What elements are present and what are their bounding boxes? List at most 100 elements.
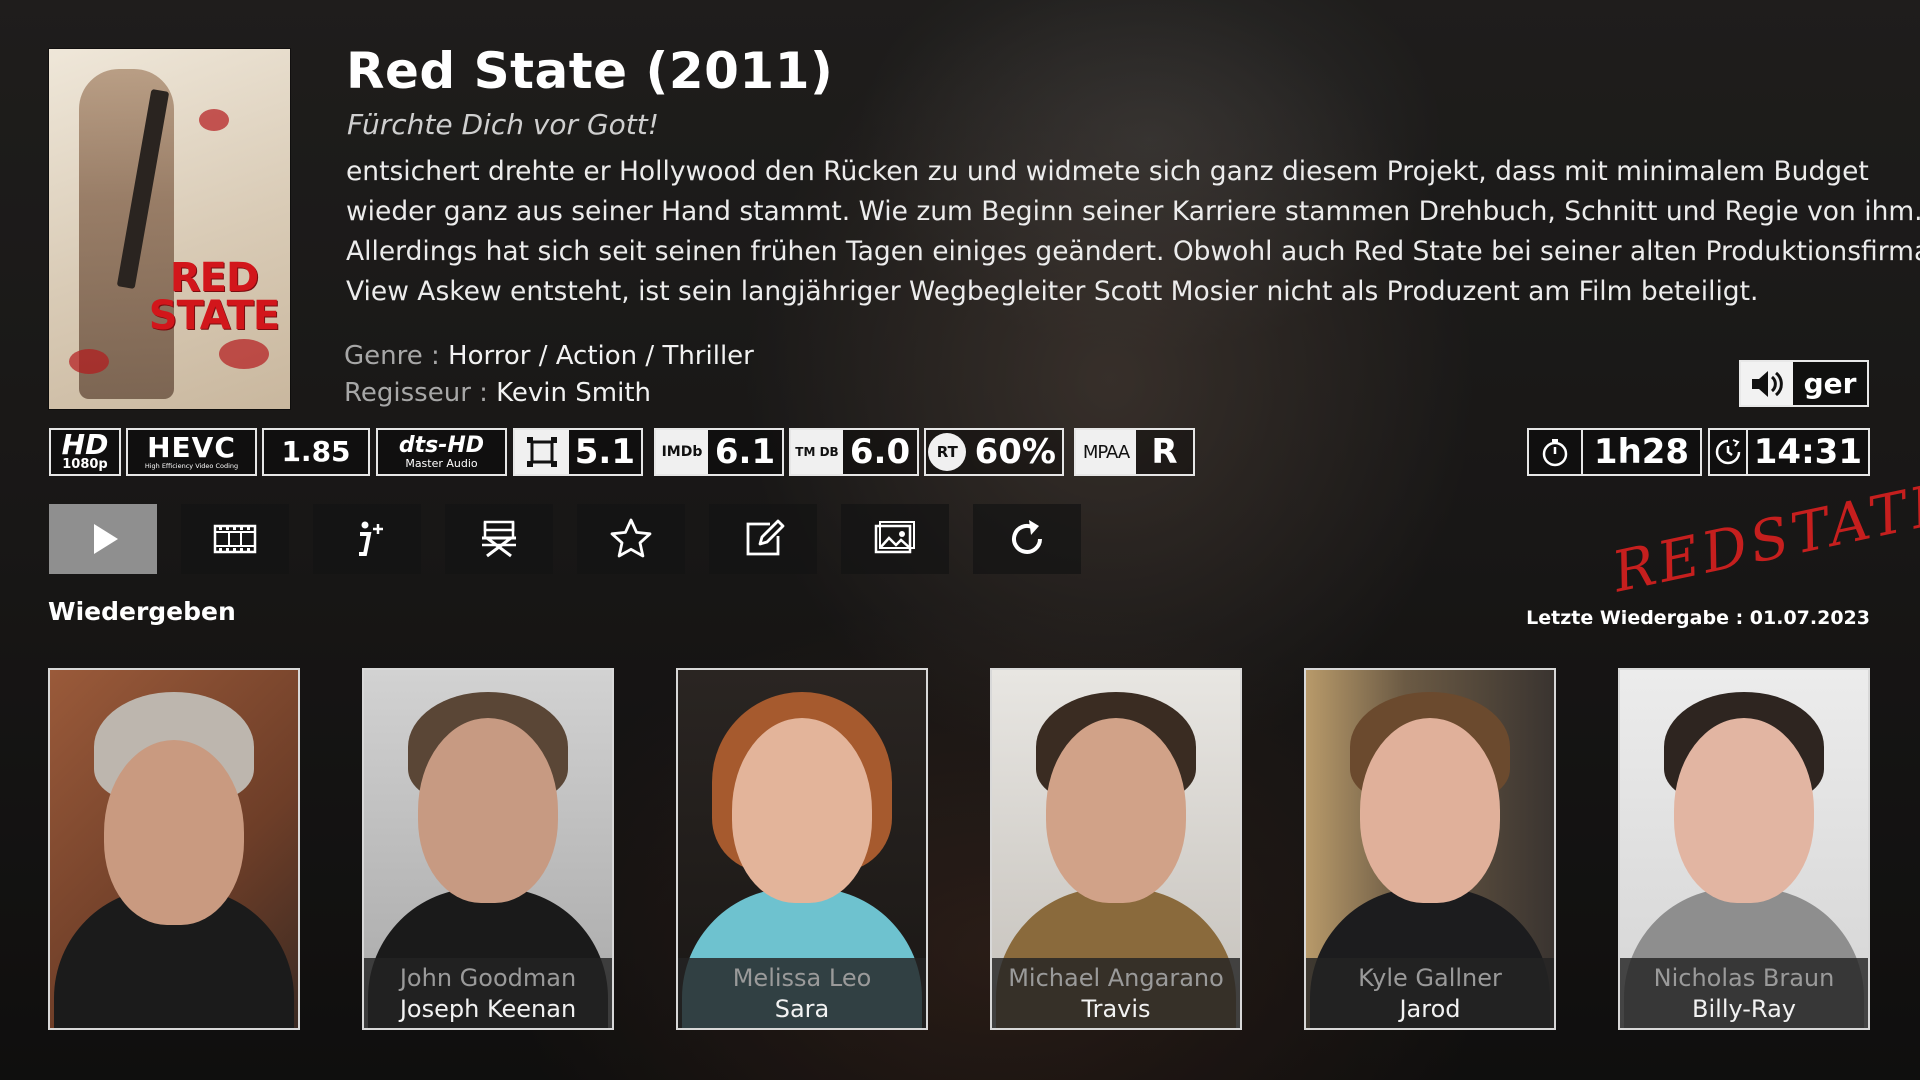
speaker-icon <box>1741 362 1793 405</box>
clock-end-icon <box>1710 437 1746 467</box>
runtime-flag: 1h28 <box>1527 428 1702 476</box>
info-plus-icon <box>359 521 383 556</box>
rotten-tomatoes-label: RT <box>928 433 967 471</box>
cast-photo-face <box>1360 718 1500 903</box>
audio-language-flag: ger <box>1739 360 1869 407</box>
cast-actor-name: Kyle Gallner <box>1358 964 1502 992</box>
stopwatch-icon <box>1529 437 1581 467</box>
mpaa-rating-value: R <box>1151 432 1178 472</box>
director-label: Regisseur : <box>344 378 497 408</box>
cast-card[interactable]: Nicholas Braun Billy-Ray <box>1618 668 1870 1030</box>
edit-button[interactable] <box>709 504 817 574</box>
genre-row: Genre : Horror / Action / Thriller <box>344 341 754 371</box>
audio-channels-flag: 5.1 <box>513 428 643 476</box>
cast-role-name: Billy-Ray <box>1692 995 1796 1023</box>
surround-icon <box>515 430 569 474</box>
play-button[interactable] <box>49 504 157 574</box>
last-played-date: Letzte Wiedergabe : 01.07.2023 <box>1526 607 1870 629</box>
imdb-rating-flag: IMDb 6.1 <box>654 428 784 476</box>
director-button[interactable] <box>445 504 553 574</box>
director-chair-icon <box>482 520 516 558</box>
cast-actor-name: Michael Angarano <box>1008 964 1224 992</box>
cast-actor-name: Melissa Leo <box>732 964 872 992</box>
cast-card[interactable]: Melissa Leo Sara <box>676 668 928 1030</box>
audio-codec-flag: dts-HD Master Audio <box>376 428 507 476</box>
movie-title: Red State (2011) <box>346 42 834 100</box>
rotten-tomatoes-value: 60% <box>974 432 1056 472</box>
cast-photo-face <box>732 718 872 903</box>
audio-language-value: ger <box>1803 367 1857 400</box>
imdb-label: IMDb <box>656 430 708 474</box>
favorite-button[interactable] <box>577 504 685 574</box>
focused-button-label: Wiedergeben <box>48 597 236 626</box>
poster-blood-splatter <box>219 339 269 369</box>
cast-photo-face <box>1674 718 1814 903</box>
play-icon <box>94 524 118 554</box>
info-button[interactable] <box>313 504 421 574</box>
cast-card[interactable]: Kyle Gallner Jarod <box>1304 668 1556 1030</box>
movie-poster[interactable]: RED STATE <box>49 49 290 409</box>
video-codec-label: HEVC <box>147 430 236 464</box>
cast-actor-name: John Goodman <box>399 964 577 992</box>
aspect-ratio-flag: 1.85 <box>262 428 370 476</box>
refresh-button[interactable] <box>973 504 1081 574</box>
video-codec-sub: High Efficiency Video Coding <box>144 461 239 470</box>
cast-caption: Nicholas Braun Billy-Ray <box>1620 958 1868 1028</box>
audio-codec-sub: Master Audio <box>405 457 478 470</box>
edit-icon <box>746 519 785 556</box>
cast-role-name: Sara <box>774 995 830 1023</box>
director-value: Kevin Smith <box>496 378 652 408</box>
audio-channels-value: 5.1 <box>574 432 635 472</box>
genre-value: Horror / Action / Thriller <box>448 341 754 371</box>
cast-caption: Melissa Leo Sara <box>678 958 926 1028</box>
poster-title-line: STATE <box>148 293 280 339</box>
mpaa-rating-flag: MPAA R <box>1074 428 1195 476</box>
aspect-ratio-value: 1.85 <box>281 435 351 468</box>
movie-plot: entsichert drehte er Hollywood den Rücke… <box>346 152 1920 312</box>
video-codec-flag: HEVC High Efficiency Video Coding <box>126 428 257 476</box>
cast-actor-name: Nicholas Braun <box>1653 964 1835 992</box>
plot-line: entsichert drehte er Hollywood den Rücke… <box>346 156 1869 187</box>
director-row: Regisseur : Kevin Smith <box>344 378 651 408</box>
tmdb-label: TM DB <box>791 430 843 474</box>
plot-line: wieder ganz aus seiner Hand stammt. Wie … <box>346 196 1920 227</box>
cast-caption: Kyle Gallner Jarod <box>1306 958 1554 1028</box>
poster-title-line: RED <box>169 255 259 301</box>
runtime-value: 1h28 <box>1593 432 1690 472</box>
audio-codec-label: dts-HD <box>398 433 485 458</box>
film-strip-icon <box>213 524 257 554</box>
rotten-tomatoes-icon: RT <box>926 430 969 474</box>
cast-card[interactable]: Michael Angarano Travis <box>990 668 1242 1030</box>
end-time-value: 14:31 <box>1753 432 1862 472</box>
hd-flag: HD 1080p <box>49 428 121 476</box>
mpaa-label: MPAA <box>1076 430 1136 474</box>
cast-photo-face <box>104 740 244 925</box>
poster-blood-splatter <box>69 349 109 374</box>
hd-flag-label: HD <box>61 428 109 461</box>
hd-flag-resolution: 1080p <box>62 457 108 472</box>
genre-label: Genre : <box>344 341 449 371</box>
cast-card[interactable] <box>48 668 300 1030</box>
plot-line: Allerdings hat sich seit seinen frühen T… <box>346 236 1920 267</box>
cast-role-name: Jarod <box>1399 995 1461 1023</box>
cast-caption: Michael Angarano Travis <box>992 958 1240 1028</box>
tmdb-rating-flag: TM DB 6.0 <box>789 428 919 476</box>
refresh-icon <box>1012 520 1042 554</box>
cast-photo-face <box>418 718 558 903</box>
cast-photo-face <box>1046 718 1186 903</box>
artwork-button[interactable] <box>841 504 949 574</box>
plot-line: View Askew entsteht, ist sein langjährig… <box>346 276 1759 307</box>
cast-role-name: Travis <box>1081 995 1151 1023</box>
cast-caption: John Goodman Joseph Keenan <box>364 958 612 1028</box>
trailer-button[interactable] <box>181 504 289 574</box>
images-icon <box>874 521 915 554</box>
imdb-rating-value: 6.1 <box>714 432 776 472</box>
tmdb-rating-value: 6.0 <box>849 432 911 472</box>
rotten-tomatoes-flag: RT 60% <box>924 428 1064 476</box>
cast-card[interactable]: John Goodman Joseph Keenan <box>362 668 614 1030</box>
poster-title: RED STATE <box>139 255 289 339</box>
star-icon <box>610 518 652 558</box>
poster-blood-splatter <box>199 109 229 131</box>
movie-tagline: Fürchte Dich vor Gott! <box>347 108 659 141</box>
cast-role-name: Joseph Keenan <box>399 995 577 1023</box>
